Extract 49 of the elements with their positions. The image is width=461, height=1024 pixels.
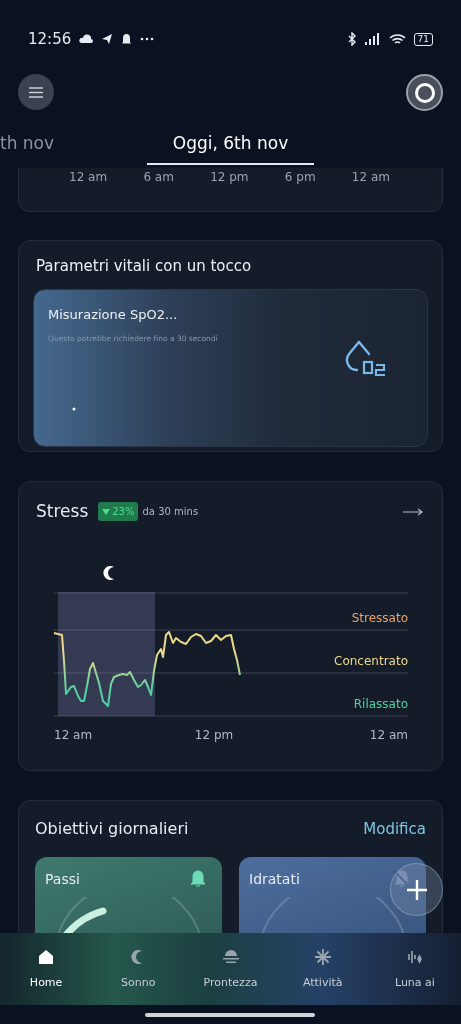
menu-icon <box>29 86 43 98</box>
moon-icon <box>103 566 114 580</box>
asterisk-icon <box>312 947 333 967</box>
axis-label: 12 am <box>54 728 93 742</box>
level-label: Stressato <box>351 611 408 625</box>
date-tab[interactable]: th nov <box>0 131 55 163</box>
status-time: 12:56 <box>28 28 72 50</box>
send-icon <box>101 33 114 45</box>
add-button[interactable] <box>390 863 443 916</box>
cloud-icon <box>79 34 94 44</box>
level-label: Concentrato <box>334 654 408 668</box>
goal-tile[interactable]: Idratati <box>239 857 426 933</box>
axis-label: 12 am <box>69 169 108 186</box>
profile-button[interactable] <box>406 74 443 111</box>
change-period: da 30 mins <box>142 505 199 520</box>
nav-tab[interactable]: Attività <box>276 933 369 1005</box>
plus-icon <box>405 878 428 901</box>
wifi-icon <box>388 32 406 46</box>
goal-tile[interactable]: Passi <box>35 857 222 933</box>
axis-label: 12 am <box>351 169 390 186</box>
axis-label: 12 pm <box>194 728 234 742</box>
progress-dot-icon <box>72 406 76 411</box>
goal-label: Idratati <box>249 871 300 887</box>
bell-icon[interactable] <box>188 869 208 889</box>
arrow-right-icon <box>403 508 423 517</box>
date-tab[interactable]: Oggi, 6th nov <box>147 131 314 165</box>
nav-tab[interactable]: Home <box>0 933 93 1005</box>
measure-title: Misurazione SpO2... <box>48 305 179 324</box>
axis-label: 12 am <box>369 728 408 742</box>
ring-icon <box>413 81 436 104</box>
signal-icon <box>364 33 381 45</box>
battery-indicator: 71 <box>413 32 433 46</box>
menu-button[interactable] <box>18 74 54 110</box>
nav-tab[interactable]: Prontezza <box>184 933 277 1005</box>
bell-icon <box>121 32 133 46</box>
section-title: Parametri vitali con un tocco <box>36 256 253 277</box>
axis-label: 6 pm <box>284 169 316 186</box>
bluetooth-icon <box>347 32 357 46</box>
level-label: Rilassato <box>353 697 408 711</box>
section-title: Stress <box>36 500 89 523</box>
change-badge: 23% <box>98 502 139 522</box>
nav-tab[interactable]: Luna ai <box>368 933 461 1005</box>
axis-label: 6 am <box>143 169 174 186</box>
nav-tab[interactable]: Sonno <box>92 933 185 1005</box>
axis-label: 12 pm <box>210 169 249 186</box>
section-title: Obiettivi giornalieri <box>35 818 189 840</box>
edit-link[interactable]: Modifica <box>363 817 426 841</box>
more-icon <box>140 37 155 41</box>
goal-label: Passi <box>45 871 80 887</box>
